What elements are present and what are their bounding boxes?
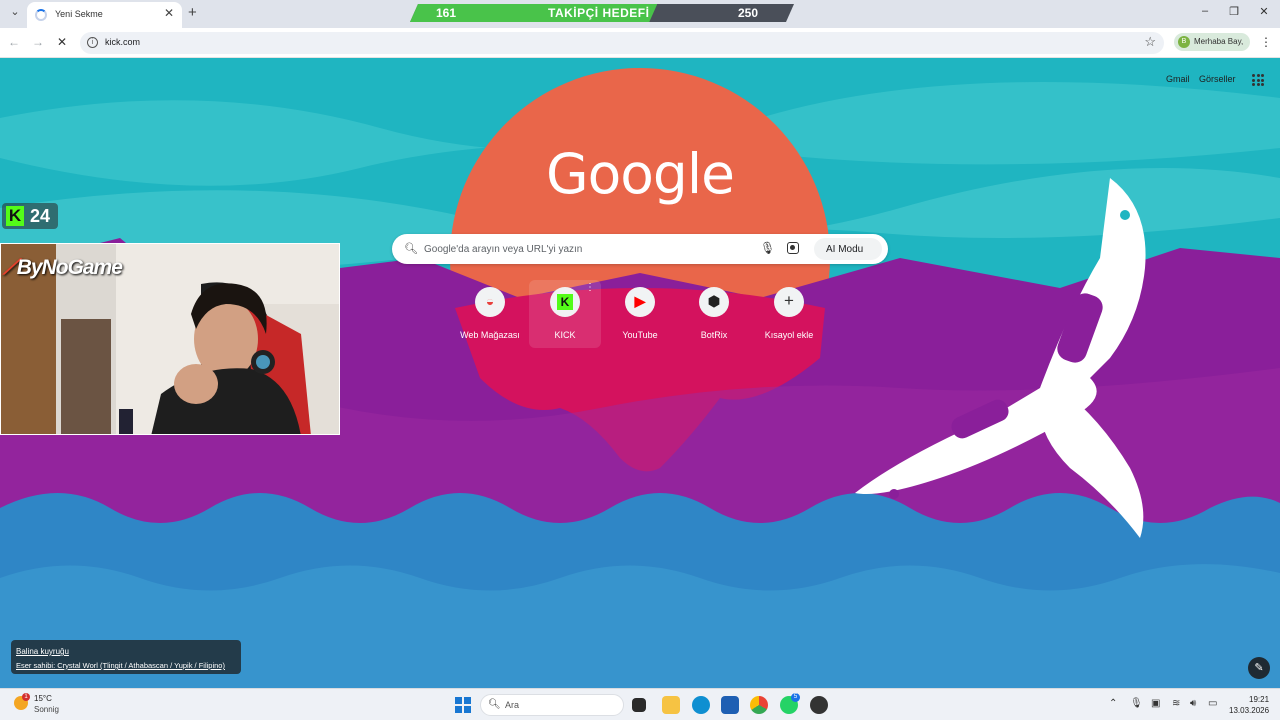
search-icon: 🔍︎ bbox=[404, 243, 418, 255]
profile-button[interactable]: B Merhaba Bay, bbox=[1174, 33, 1250, 51]
google-logo: Google bbox=[546, 142, 735, 206]
site-info-icon[interactable]: i bbox=[87, 37, 98, 48]
brand-logo: ⟋ByNoGame bbox=[3, 256, 123, 279]
search-input[interactable]: Google'da arayın veya URL'yi yazın bbox=[424, 244, 582, 255]
kick-logo-icon: K bbox=[6, 206, 24, 226]
customize-pencil-icon[interactable]: ✎ bbox=[1248, 657, 1270, 679]
gmail-link[interactable]: Gmail bbox=[1166, 74, 1190, 84]
windows-start-icon[interactable] bbox=[455, 697, 471, 713]
search-icon: 🔍︎ bbox=[488, 699, 501, 710]
youtube-icon: ▶ bbox=[634, 293, 646, 309]
browser-toolbar: ← → ✕ i kick.com ☆ bbox=[0, 28, 1280, 58]
shortcut-label: BotRix bbox=[700, 330, 728, 340]
close-icon[interactable]: ✕ bbox=[164, 6, 174, 20]
whatsapp-badge: 5 bbox=[791, 693, 800, 702]
tab-search-icon[interactable]: ⌄ bbox=[7, 5, 23, 21]
stop-loading-button[interactable]: ✕ bbox=[54, 35, 70, 49]
clock-time[interactable]: 19:21 bbox=[1249, 695, 1269, 704]
volume-icon[interactable]: 🔊︎ bbox=[1190, 698, 1196, 709]
store-icon[interactable] bbox=[721, 696, 739, 714]
tab-new-tab[interactable]: Yeni Sekme ✕ bbox=[27, 2, 182, 28]
menu-kebab-icon[interactable]: ⋮ bbox=[1260, 35, 1272, 49]
kick-viewer-count: K 24 bbox=[2, 203, 58, 229]
wifi-icon[interactable]: ≋ bbox=[1172, 698, 1180, 709]
bookmark-star-icon[interactable]: ☆ bbox=[1144, 34, 1156, 50]
images-link[interactable]: Görseller bbox=[1199, 74, 1236, 84]
shortcut-label: YouTube bbox=[622, 330, 658, 340]
shortcut-kick[interactable]: K ⋮ KICK bbox=[529, 280, 601, 348]
minimize-button[interactable]: – bbox=[1196, 5, 1214, 17]
webcam-feed: ⟋ByNoGame bbox=[0, 243, 340, 435]
botrix-icon: ⬢ bbox=[707, 293, 721, 309]
new-tab-button[interactable]: + bbox=[188, 4, 197, 21]
tray-chevron-icon[interactable]: ⌃ bbox=[1109, 698, 1117, 709]
app-icon[interactable] bbox=[810, 696, 828, 714]
profile-label: Merhaba Bay, bbox=[1194, 37, 1244, 46]
weather-badge: 1 bbox=[22, 693, 30, 701]
forward-button[interactable]: → bbox=[30, 35, 46, 49]
chrome-web-store-icon: ◒ bbox=[485, 293, 495, 309]
weather-description[interactable]: Sonnig bbox=[34, 705, 59, 714]
follower-goal-label: TAKİPÇİ HEDEFİ bbox=[548, 6, 650, 20]
ai-mode-label: AI Modu bbox=[826, 244, 864, 255]
windows-taskbar: 1 15°C Sonnig 🔍︎ Ara 5 ⌃ 🎙︎ ▣ ≋ 🔊︎ ▭ 19:… bbox=[0, 688, 1280, 720]
shortcut-label: KICK bbox=[554, 330, 576, 340]
tab-title: Yeni Sekme bbox=[55, 9, 103, 19]
address-bar[interactable]: i kick.com ☆ bbox=[80, 32, 1164, 54]
shortcut-label: Kısayol ekle bbox=[764, 330, 814, 340]
google-apps-icon[interactable] bbox=[1252, 74, 1264, 86]
edge-icon[interactable] bbox=[692, 696, 710, 714]
tab-strip: ⌄ Yeni Sekme ✕ + 161 TAKİPÇİ HEDEFİ 250 … bbox=[0, 0, 1280, 28]
task-view-icon[interactable] bbox=[632, 698, 646, 712]
background-attribution: Balina kuyruğu Eser sahibi: Crystal Worl… bbox=[11, 640, 241, 674]
url-text[interactable]: kick.com bbox=[105, 37, 140, 47]
background-title-link[interactable]: Balina kuyruğu bbox=[16, 647, 69, 656]
close-window-button[interactable]: ✕ bbox=[1255, 5, 1273, 18]
shortcut-add[interactable]: + Kısayol ekle bbox=[753, 280, 825, 348]
google-lens-icon[interactable] bbox=[787, 242, 799, 254]
shortcut-more-icon[interactable]: ⋮ bbox=[585, 282, 595, 293]
follower-goal-target: 250 bbox=[738, 6, 759, 20]
back-button[interactable]: ← bbox=[6, 35, 22, 49]
background-author-link[interactable]: Eser sahibi: Crystal Worl (Tlingit / Ath… bbox=[16, 661, 225, 670]
file-explorer-icon[interactable] bbox=[662, 696, 680, 714]
avatar: B bbox=[1178, 36, 1190, 48]
weather-temperature[interactable]: 15°C bbox=[34, 694, 52, 703]
taskbar-search[interactable]: 🔍︎ Ara bbox=[480, 694, 624, 716]
search-box[interactable]: 🔍︎ Google'da arayın veya URL'yi yazın 🎙︎… bbox=[392, 234, 888, 264]
loading-spinner-icon bbox=[35, 9, 47, 21]
clock-date[interactable]: 13.03.2026 bbox=[1229, 706, 1269, 715]
chrome-icon[interactable] bbox=[750, 696, 768, 714]
shortcut-youtube[interactable]: ▶ YouTube bbox=[604, 280, 676, 348]
follower-goal-bar: 161 TAKİPÇİ HEDEFİ 250 bbox=[410, 4, 794, 22]
battery-icon[interactable]: ▭ bbox=[1208, 698, 1217, 709]
follower-goal-current: 161 bbox=[436, 6, 457, 20]
shortcut-label: Web Mağazası bbox=[460, 330, 520, 340]
shortcut-web-store[interactable]: ◒ Web Mağazası bbox=[454, 280, 526, 348]
shortcut-botrix[interactable]: ⬢ BotRix bbox=[678, 280, 750, 348]
tray-mic-icon[interactable]: 🎙︎ bbox=[1130, 698, 1143, 709]
microphone-icon[interactable]: 🎙︎ bbox=[760, 241, 775, 255]
viewer-count: 24 bbox=[30, 206, 51, 226]
kick-icon: K bbox=[557, 294, 573, 310]
plus-icon: + bbox=[784, 291, 794, 310]
tray-app-icon[interactable]: ▣ bbox=[1151, 698, 1160, 709]
restore-button[interactable]: ❐ bbox=[1225, 5, 1243, 18]
taskbar-search-label: Ara bbox=[505, 700, 520, 710]
ai-mode-button[interactable]: AI Modu bbox=[814, 238, 882, 260]
